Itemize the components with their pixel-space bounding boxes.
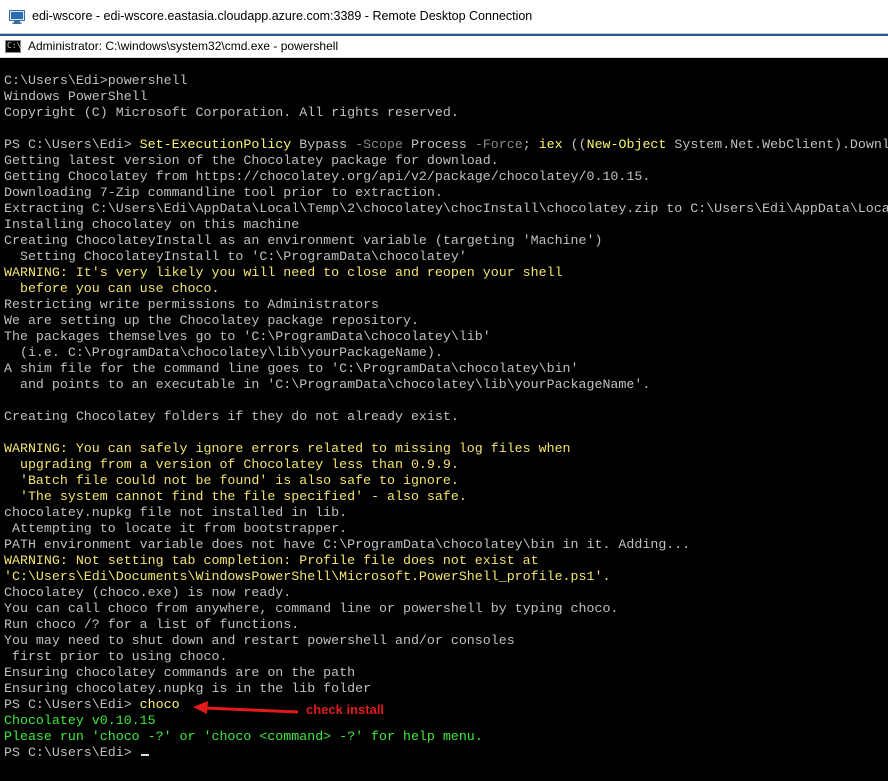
console-line: WARNING: It's very likely you will need … <box>4 265 563 280</box>
console-command-token: New-Object <box>586 137 667 152</box>
console-command-token: -Force <box>474 137 523 152</box>
console-line: Attempting to locate it from bootstrappe… <box>4 521 348 536</box>
console-line: Downloading 7-Zip commandline tool prior… <box>4 185 443 200</box>
console-line: Windows PowerShell <box>4 89 148 104</box>
console-line: PS C:\Users\Edi> Set-ExecutionPolicy Byp… <box>4 137 888 153</box>
console-command-token: ; <box>522 137 539 152</box>
console-line: Chocolatey v0.10.15 <box>4 713 156 728</box>
remote-desktop-icon <box>9 10 25 24</box>
console-line: chocolatey.nupkg file not installed in l… <box>4 505 348 520</box>
console-command-token: Set-ExecutionPolicy <box>139 137 292 152</box>
console-line: Getting latest version of the Chocolatey… <box>4 153 499 168</box>
console-line: Run choco /? for a list of functions. <box>4 617 300 632</box>
console-line: C:\Users\Edi>powershell <box>4 73 188 88</box>
console-line: Restricting write permissions to Adminis… <box>4 297 380 312</box>
console-prompt: PS C:\Users\Edi> <box>4 697 140 712</box>
console-line: WARNING: You can safely ignore errors re… <box>4 441 571 456</box>
console-line: WARNING: Not setting tab completion: Pro… <box>4 553 539 568</box>
console-command-token: choco <box>139 697 180 712</box>
console-command-token: (( <box>562 137 587 152</box>
console-line: Extracting C:\Users\Edi\AppData\Local\Te… <box>4 201 888 216</box>
console-line: (i.e. C:\ProgramData\chocolatey\lib\your… <box>4 345 443 360</box>
console-prompt: PS C:\Users\Edi> <box>4 745 140 760</box>
console-line: Ensuring chocolatey commands are on the … <box>4 665 356 680</box>
console-line: The packages themselves go to 'C:\Progra… <box>4 329 491 344</box>
console-line: Ensuring chocolatey.nupkg is in the lib … <box>4 681 372 696</box>
console-line: Please run 'choco -?' or 'choco <command… <box>4 729 483 744</box>
console-title-bar[interactable]: C:\ Administrator: C:\windows\system32\c… <box>0 36 888 58</box>
console-line: Setting ChocolateyInstall to 'C:\Program… <box>4 249 467 264</box>
console-line: Installing chocolatey on this machine <box>4 217 300 232</box>
console-line: upgrading from a version of Chocolatey l… <box>4 457 459 472</box>
rdp-window-title: edi-wscore - edi-wscore.eastasia.cloudap… <box>32 9 533 23</box>
console-line: We are setting up the Chocolatey package… <box>4 313 419 328</box>
text-cursor <box>140 754 149 756</box>
console-line: PS C:\Users\Edi> choco <box>4 697 888 713</box>
cmd-icon-glyph: C:\ <box>7 41 22 50</box>
console-command-token: Process <box>403 137 475 152</box>
console-line: Getting Chocolatey from https://chocolat… <box>4 169 651 184</box>
console-line: Creating Chocolatey folders if they do n… <box>4 409 459 424</box>
console-line: 'The system cannot find the file specifi… <box>4 489 467 504</box>
console-line: first prior to using choco. <box>4 649 228 664</box>
console-window-title: Administrator: C:\windows\system32\cmd.e… <box>28 39 339 53</box>
console-command-token: iex <box>538 137 563 152</box>
console-line: You can call choco from anywhere, comman… <box>4 601 619 616</box>
console-line: 'C:\Users\Edi\Documents\WindowsPowerShel… <box>4 569 611 584</box>
console-lines: C:\Users\Edi>powershell Windows PowerShel… <box>4 73 888 761</box>
console-line: PATH environment variable does not have … <box>4 537 691 552</box>
console-line: PS C:\Users\Edi> <box>4 745 888 761</box>
console-line: Creating ChocolateyInstall as an environ… <box>4 233 603 248</box>
console-line: Chocolatey (choco.exe) is now ready. <box>4 585 292 600</box>
annotation-label: check install <box>306 702 385 717</box>
console-prompt: PS C:\Users\Edi> <box>4 137 140 152</box>
console-output-area[interactable]: C:\Users\Edi>powershell Windows PowerShel… <box>0 58 888 781</box>
console-command-token: System.Net.WebClient).Downl <box>666 137 888 152</box>
console-line: and points to an executable in 'C:\Progr… <box>4 377 651 392</box>
console-line: before you can use choco. <box>4 281 220 296</box>
console-command-token: Bypass <box>291 137 356 152</box>
console-line: 'Batch file could not be found' is also … <box>4 473 459 488</box>
console-line: Copyright (C) Microsoft Corporation. All… <box>4 105 459 120</box>
console-line: A shim file for the command line goes to… <box>4 361 579 376</box>
rdp-title-bar[interactable]: edi-wscore - edi-wscore.eastasia.cloudap… <box>0 0 888 34</box>
cmd-icon: C:\ <box>5 40 21 53</box>
console-command-token: -Scope <box>355 137 403 152</box>
console-line: You may need to shut down and restart po… <box>4 633 515 648</box>
